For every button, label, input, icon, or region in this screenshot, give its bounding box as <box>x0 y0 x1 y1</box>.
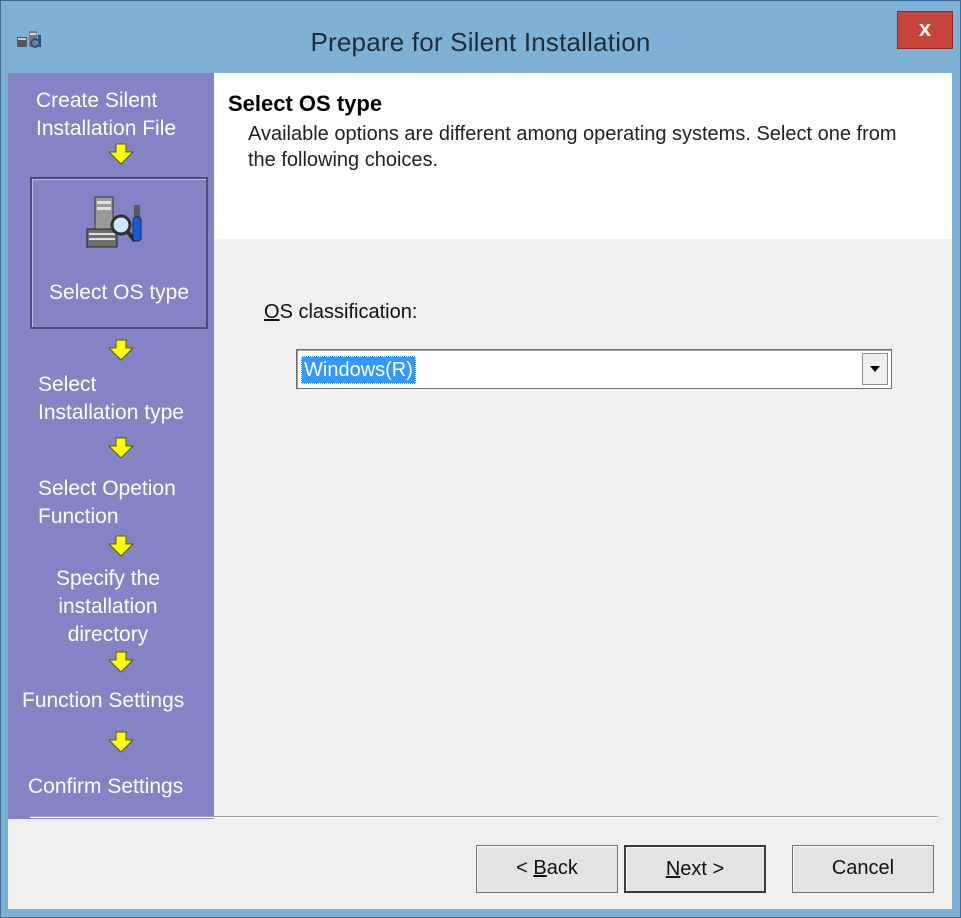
next-label: ext > <box>680 858 725 880</box>
back-button[interactable]: < Back <box>476 845 618 893</box>
os-classification-label: OS classification: <box>264 301 417 324</box>
page-header: Select OS type Available options are dif… <box>214 73 952 239</box>
step-create-silent-file: Create Silent Installation File <box>36 87 176 143</box>
step-label: Select OS type <box>48 281 190 304</box>
back-prefix: < <box>516 857 534 879</box>
dialog-client-area: Create Silent Installation File Select O… <box>8 73 952 909</box>
window-title: Prepare for Silent Installation <box>310 27 651 57</box>
down-arrow-icon <box>108 535 134 557</box>
label-text: S classification: <box>279 301 418 323</box>
os-classification-select[interactable]: Windows(R) <box>296 349 892 389</box>
down-arrow-icon <box>108 339 134 361</box>
step-label-line: Specify the <box>56 567 160 590</box>
dialog-window: Prepare for Silent Installation x Create… <box>0 0 961 918</box>
next-button[interactable]: Next > <box>624 845 766 893</box>
os-classification-value: Windows(R) <box>301 356 416 384</box>
down-arrow-icon <box>108 731 134 753</box>
step-label-line: Select <box>38 373 97 396</box>
step-specify-directory: Specify the installation directory <box>56 565 160 649</box>
back-accelerator: B <box>533 857 547 879</box>
step-label-line: Create Silent <box>36 89 158 112</box>
step-select-option-function: Select Opetion Function <box>38 475 176 531</box>
step-label-line: Installation File <box>36 117 177 140</box>
dropdown-button[interactable] <box>862 353 888 385</box>
down-arrow-icon <box>108 651 134 673</box>
down-arrow-icon <box>108 143 134 165</box>
page-description: Available options are different among op… <box>248 123 897 171</box>
main-content: OS classification: Windows(R) <box>214 239 952 819</box>
step-confirm-settings: Confirm Settings <box>28 775 184 798</box>
step-label-line: directory <box>67 623 149 646</box>
title-bar: Prepare for Silent Installation x <box>1 1 960 73</box>
chevron-down-icon <box>870 366 880 372</box>
step-current: Select OS type <box>30 177 208 329</box>
next-accelerator: N <box>665 858 681 880</box>
step-label-line: Function <box>38 505 119 528</box>
cancel-button[interactable]: Cancel <box>792 845 934 893</box>
step-label-line: Select Opetion <box>38 477 176 500</box>
close-button[interactable]: x <box>897 11 953 49</box>
step-label-line: installation <box>58 595 158 618</box>
step-function-settings: Function Settings <box>22 689 185 712</box>
step-select-installation-type: Select Installation type <box>38 371 184 427</box>
wizard-steps-panel: Create Silent Installation File Select O… <box>8 73 214 819</box>
down-arrow-icon <box>108 437 134 459</box>
button-divider <box>30 816 938 818</box>
back-label: ack <box>546 857 578 879</box>
label-accelerator: O <box>264 301 280 323</box>
server-inspect-icon <box>86 196 142 248</box>
step-label-line: Installation type <box>38 401 184 424</box>
page-title: Select OS type <box>228 91 383 116</box>
